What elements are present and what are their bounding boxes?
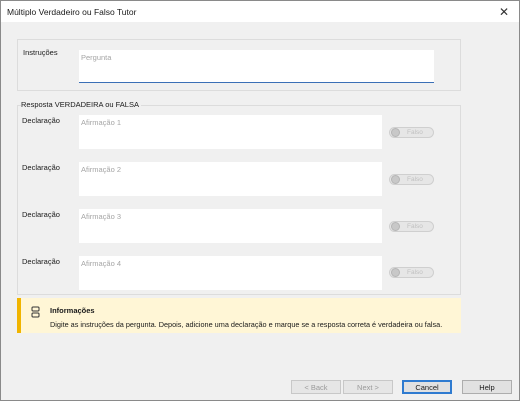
statement-label-3: Declaração xyxy=(22,210,60,219)
info-banner: Informações Digite as instruções da perg… xyxy=(17,298,461,333)
statement-placeholder-2: Afirmação 2 xyxy=(81,165,122,174)
statement-input-4[interactable]: Afirmação 4 xyxy=(79,256,382,290)
response-group-title: Resposta VERDADEIRA ou FALSA xyxy=(21,100,141,109)
instructions-label: Instruções xyxy=(23,48,58,57)
statement-input-1[interactable]: Afirmação 1 xyxy=(79,115,382,149)
true-false-toggle-4[interactable]: Falso xyxy=(389,267,434,278)
back-button[interactable]: < Back xyxy=(291,380,341,394)
statement-input-3[interactable]: Afirmação 3 xyxy=(79,209,382,243)
toggle-label-2: Falso xyxy=(407,176,423,183)
statement-label-4: Declaração xyxy=(22,257,60,266)
info-icon xyxy=(31,306,40,318)
info-title: Informações xyxy=(50,306,95,315)
question-placeholder: Pergunta xyxy=(81,53,112,62)
toggle-knob-icon xyxy=(391,128,400,137)
toggle-label-4: Falso xyxy=(407,269,423,276)
statement-label-2: Declaração xyxy=(22,163,60,172)
statement-placeholder-4: Afirmação 4 xyxy=(81,259,122,268)
dialog-window: Múltiplo Verdadeiro ou Falso Tutor ✕ Ins… xyxy=(0,0,520,401)
help-button[interactable]: Help xyxy=(462,380,512,394)
statement-placeholder-3: Afirmação 3 xyxy=(81,212,122,221)
true-false-toggle-3[interactable]: Falso xyxy=(389,221,434,232)
true-false-toggle-1[interactable]: Falso xyxy=(389,127,434,138)
info-text: Digite as instruções da pergunta. Depois… xyxy=(50,320,443,329)
title-bar: Múltiplo Verdadeiro ou Falso Tutor ✕ xyxy=(1,1,519,22)
toggle-knob-icon xyxy=(391,175,400,184)
statement-label-1: Declaração xyxy=(22,116,60,125)
toggle-knob-icon xyxy=(391,222,400,231)
window-title: Múltiplo Verdadeiro ou Falso Tutor xyxy=(7,7,137,17)
true-false-toggle-2[interactable]: Falso xyxy=(389,174,434,185)
close-icon: ✕ xyxy=(498,4,510,19)
toggle-knob-icon xyxy=(391,268,400,277)
statement-placeholder-1: Afirmação 1 xyxy=(81,118,122,127)
next-button[interactable]: Next > xyxy=(343,380,393,394)
close-button[interactable]: ✕ xyxy=(489,1,519,22)
toggle-label-3: Falso xyxy=(407,223,423,230)
toggle-label-1: Falso xyxy=(407,129,423,136)
cancel-button[interactable]: Cancel xyxy=(402,380,452,394)
question-input[interactable]: Pergunta xyxy=(79,50,434,83)
statement-input-2[interactable]: Afirmação 2 xyxy=(79,162,382,196)
